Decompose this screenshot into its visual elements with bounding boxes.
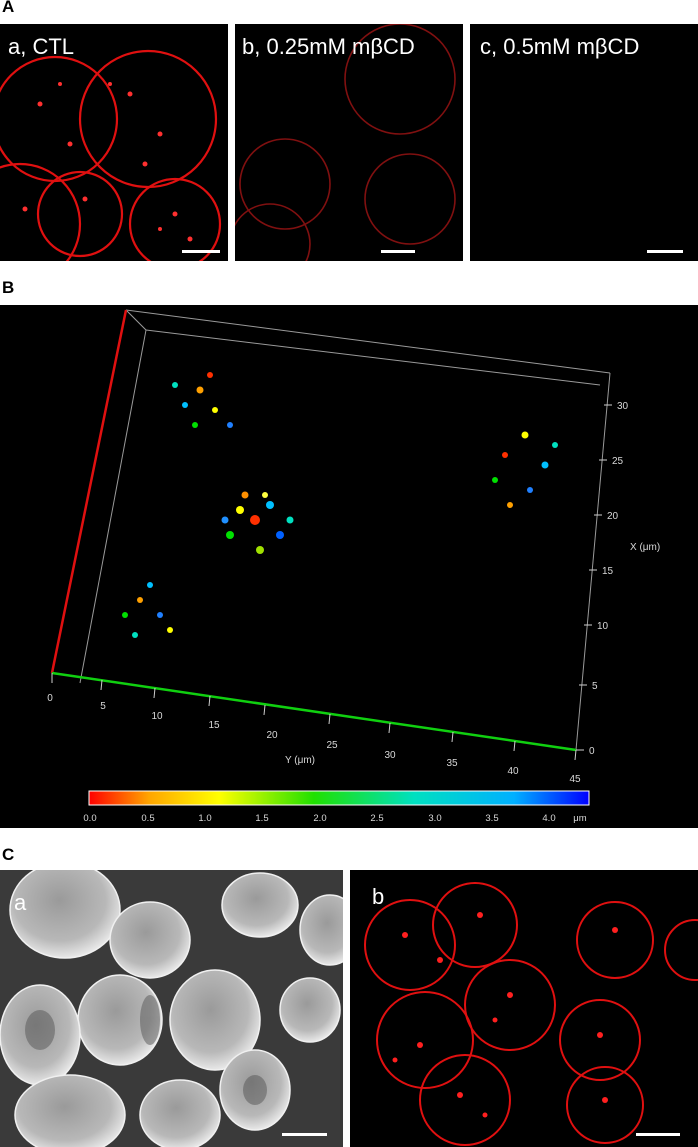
- panel-a-025-image: b, 0.25mM mβCD: [235, 24, 463, 261]
- panel-a-label: a, CTL: [8, 34, 75, 59]
- colorbar-tick: 2.5: [370, 813, 383, 824]
- colorbar-tick: 0.0: [83, 813, 96, 824]
- x-tick: 0: [589, 746, 595, 757]
- colorbar-tick: 1.5: [255, 813, 268, 824]
- colorbar-tick: 4.0: [542, 813, 555, 824]
- scale-bar: [381, 250, 415, 253]
- y-tick: 0: [47, 693, 53, 704]
- y-axis-line: [51, 671, 577, 752]
- y-tick: 30: [384, 750, 396, 761]
- y-axis-label: Y (μm): [285, 755, 315, 766]
- panel-c-sem-image: a: [0, 870, 343, 1147]
- cell-cluster: [172, 372, 233, 428]
- y-tick: 35: [446, 758, 458, 769]
- y-tick: 25: [326, 740, 338, 751]
- colorbar-tick: 0.5: [141, 813, 154, 824]
- panel-label-c: C: [2, 845, 15, 864]
- x-axis-label: X (μm): [630, 542, 660, 553]
- x-tick: 10: [597, 621, 609, 632]
- panel-label-a: A: [2, 0, 15, 16]
- colorbar-unit: μm: [573, 813, 586, 824]
- y-tick: 45: [569, 774, 581, 785]
- panel-a-05-image: c, 0.5mM mβCD: [470, 24, 698, 261]
- panel-a-ctl-image: a, CTL: [0, 24, 228, 261]
- cell-cluster: [122, 582, 173, 638]
- colorbar-tick: 3.0: [428, 813, 441, 824]
- x-tick: 25: [612, 456, 624, 467]
- panel-label-b: B: [2, 278, 15, 297]
- cell-cluster: [492, 431, 558, 508]
- panel-b-3d-image: 30 25 20 15 10 5 0 X (μm) 0 5 10 15 20 2…: [0, 305, 698, 828]
- colorbar-tick: 3.5: [485, 813, 498, 824]
- red-cell-membrane-image: [364, 882, 698, 1146]
- panel-b-label: b, 0.25mM mβCD: [242, 34, 415, 59]
- x-axis-line: [50, 309, 128, 674]
- y-tick: 40: [507, 766, 519, 777]
- panel-c-a-label: a: [14, 890, 27, 915]
- scale-bar: [647, 250, 683, 253]
- x-tick: 15: [602, 566, 614, 577]
- scale-bar: [636, 1133, 680, 1136]
- colorbar-tick: 1.0: [198, 813, 211, 824]
- cell-cluster: [221, 491, 294, 554]
- panel-c-label: c, 0.5mM mβCD: [480, 34, 640, 59]
- y-tick: 15: [208, 720, 220, 731]
- y-tick: 5: [100, 701, 106, 712]
- y-tick: 20: [266, 730, 278, 741]
- 3d-projection-plot: 30 25 20 15 10 5 0 X (μm) 0 5 10 15 20 2…: [47, 309, 660, 824]
- x-tick: 20: [607, 511, 619, 522]
- y-tick: 10: [151, 711, 163, 722]
- colorbar: [88, 790, 590, 806]
- scale-bar: [282, 1133, 327, 1136]
- scale-bar: [182, 250, 220, 253]
- panel-c-b-label: b: [372, 884, 385, 909]
- sem-erythrocyte-image: [0, 870, 343, 1147]
- panel-c-confocal-image: b: [350, 870, 698, 1147]
- x-tick: 30: [617, 401, 629, 412]
- x-tick: 5: [592, 681, 598, 692]
- colorbar-tick: 2.0: [313, 813, 326, 824]
